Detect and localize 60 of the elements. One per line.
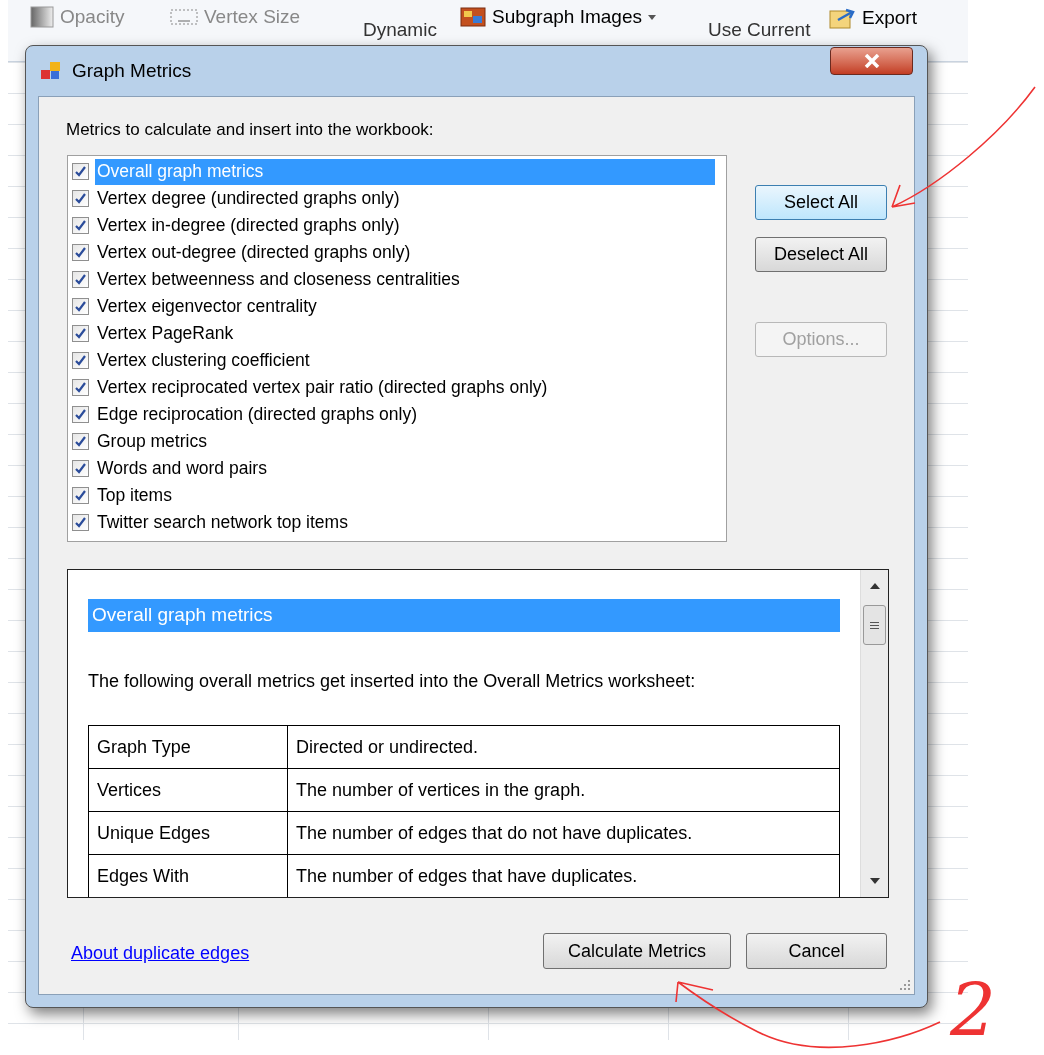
scroll-down-icon — [870, 878, 880, 884]
app-icon — [40, 60, 62, 82]
list-item[interactable]: Vertex PageRank — [95, 320, 236, 347]
images-icon — [460, 6, 486, 28]
list-item[interactable]: Vertex in-degree (directed graphs only) — [95, 212, 402, 239]
checkbox[interactable] — [72, 460, 89, 477]
checkbox[interactable] — [72, 433, 89, 450]
checkbox[interactable] — [72, 406, 89, 423]
button[interactable]: Calculate Metrics — [543, 933, 731, 969]
checkbox[interactable] — [72, 190, 89, 207]
list-item[interactable]: Vertex clustering coefficient — [95, 347, 312, 374]
resize-grip-icon — [899, 979, 911, 991]
checkbox[interactable] — [72, 163, 89, 180]
table-cell: Unique Edges — [88, 811, 288, 855]
dropdown-caret-icon — [648, 14, 656, 20]
close-icon — [862, 54, 881, 68]
ribbon-label[interactable]: Dynamic — [363, 19, 437, 41]
checkbox[interactable] — [72, 325, 89, 342]
checkbox[interactable] — [72, 379, 89, 396]
window-title: Graph Metrics — [72, 58, 192, 83]
button[interactable]: Deselect All — [755, 237, 887, 272]
help-text: The following overall metrics get inserted into the Overall Metrics worksheet: — [88, 670, 697, 693]
checkbox[interactable] — [72, 514, 89, 531]
list-item[interactable]: Vertex reciprocated vertex pair ratio (directed graphs only) — [95, 374, 550, 401]
table-cell: Edges With — [88, 854, 288, 897]
list-item[interactable]: Words and word pairs — [95, 455, 269, 482]
ribbon-label[interactable]: Subgraph Images — [492, 6, 642, 28]
scrollbar[interactable] — [860, 570, 888, 897]
scroll-thumb[interactable] — [863, 605, 886, 645]
prompt-label: Metrics to calculate and insert into the workbook: — [66, 119, 434, 141]
list-item[interactable]: Vertex betweenness and closeness centralities — [95, 266, 462, 293]
checkbox[interactable] — [72, 298, 89, 315]
list-item[interactable]: Edge reciprocation (directed graphs only) — [95, 401, 420, 428]
checkbox[interactable] — [72, 271, 89, 288]
list-item[interactable]: Vertex degree (undirected graphs only) — [95, 185, 402, 212]
checkbox[interactable] — [72, 217, 89, 234]
ribbon-label[interactable]: Export — [862, 7, 917, 29]
opacity-icon — [30, 6, 54, 28]
list-item[interactable]: Group metrics — [95, 428, 209, 455]
checkbox[interactable] — [72, 352, 89, 369]
table-cell: Graph Type — [88, 725, 288, 769]
button[interactable]: Select All — [755, 185, 887, 220]
close-button[interactable] — [830, 47, 913, 75]
help-heading: Overall graph metrics — [88, 599, 840, 632]
list-item[interactable]: Twitter search network top items — [95, 509, 350, 536]
help-link[interactable]: About duplicate edges — [71, 940, 250, 967]
checkbox[interactable] — [72, 487, 89, 504]
export-icon — [828, 6, 856, 30]
resize-icon — [170, 7, 198, 27]
button[interactable]: Cancel — [746, 933, 887, 969]
list-item[interactable]: Vertex eigenvector centrality — [95, 293, 319, 320]
ribbon-label[interactable]: Use Current — [708, 19, 811, 41]
checkbox[interactable] — [72, 244, 89, 261]
table-cell: Vertices — [88, 768, 288, 812]
table-cell: The number of vertices in the graph. — [287, 768, 840, 812]
list-item[interactable]: Vertex out-degree (directed graphs only) — [95, 239, 413, 266]
table-cell: Directed or undirected. — [287, 725, 840, 769]
list-item[interactable]: Top items — [95, 482, 174, 509]
annotation-number: 2 — [950, 975, 996, 1047]
table-cell: The number of edges that do not have duplicates. — [287, 811, 840, 855]
